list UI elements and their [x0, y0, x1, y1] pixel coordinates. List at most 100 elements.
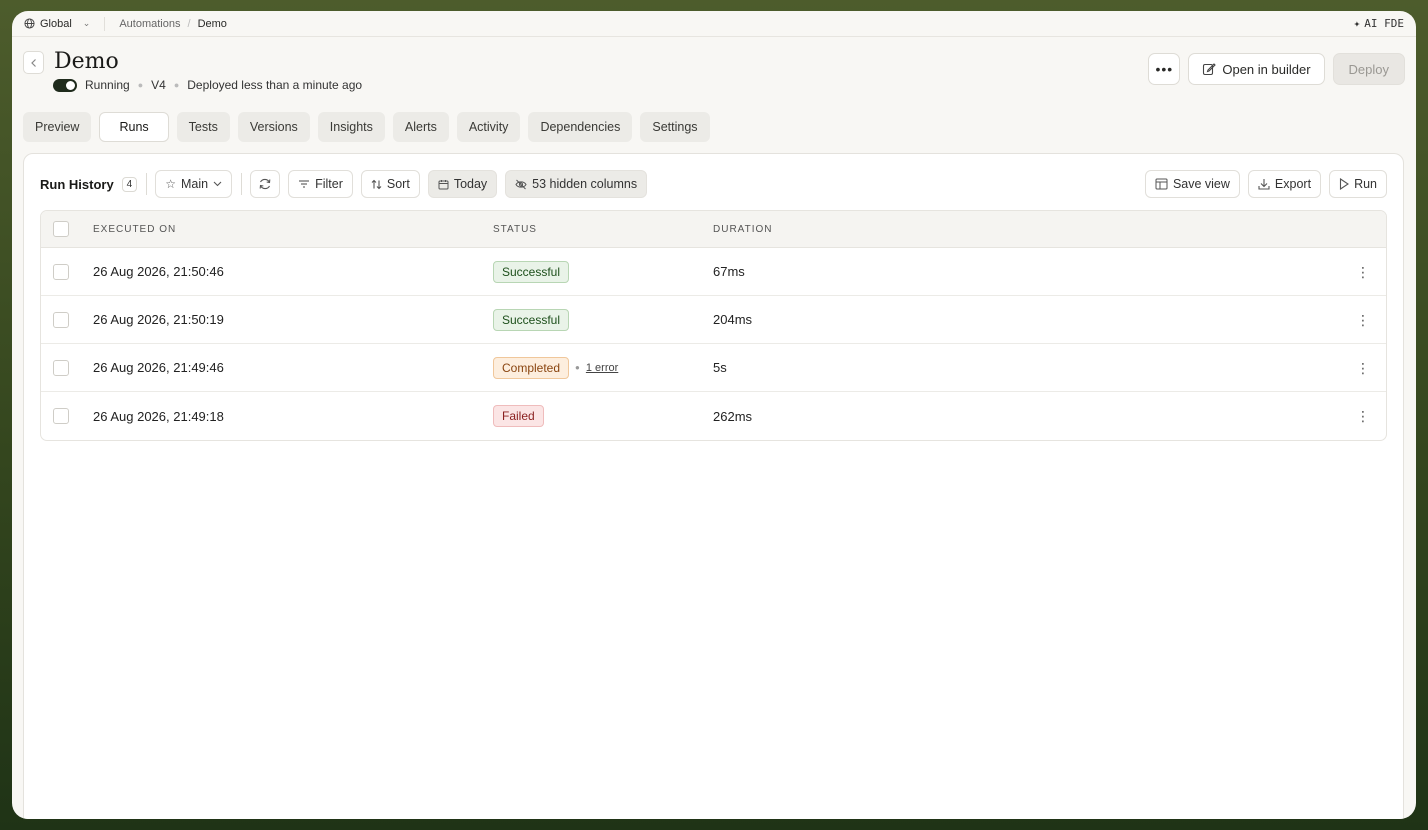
run-button[interactable]: Run	[1329, 170, 1387, 198]
column-header-duration[interactable]: DURATION	[713, 224, 772, 235]
star-icon: ☆	[165, 177, 176, 191]
dot-separator: ●	[137, 80, 144, 90]
calendar-icon	[438, 179, 449, 189]
breadcrumb-automations[interactable]: Automations	[119, 18, 180, 30]
row-menu-icon[interactable]: ⋮	[1356, 409, 1370, 423]
run-history-table: EXECUTED ON STATUS DURATION 26 Aug 2026,…	[40, 210, 1387, 441]
divider	[104, 16, 106, 31]
hidden-columns-button[interactable]: 53 hidden columns	[505, 170, 648, 198]
status-badge: Successful	[493, 308, 570, 331]
ai-assistant-button[interactable]: ✦ AI FDE	[1354, 17, 1404, 30]
row-checkbox[interactable]	[53, 263, 69, 280]
deploy-button[interactable]: Deploy	[1332, 53, 1405, 85]
error-link[interactable]: 1 error	[586, 362, 618, 374]
chevron-left-icon	[30, 58, 36, 67]
deployed-label: Deployed less than a minute ago	[187, 78, 363, 92]
open-in-builder-label: Open in builder	[1222, 61, 1311, 77]
breadcrumb-separator: /	[187, 17, 191, 30]
duration-cell: 204ms	[713, 312, 753, 327]
page-header: Demo Running ● V4 ● Deployed less than a…	[23, 49, 1405, 99]
tab-dependencies[interactable]: Dependencies	[528, 112, 633, 142]
deploy-label: Deploy	[1348, 61, 1389, 77]
refresh-icon	[259, 178, 271, 190]
back-button[interactable]	[23, 51, 44, 74]
page-title: Demo	[54, 49, 119, 74]
eye-off-icon	[515, 179, 527, 189]
tab-tests[interactable]: Tests	[176, 112, 230, 142]
export-label: Export	[1274, 177, 1312, 191]
export-button[interactable]: Export	[1247, 170, 1322, 198]
duration-cell: 5s	[713, 360, 727, 375]
status-cell: Completed ● 1 error	[493, 356, 618, 379]
dot-separator: ●	[575, 363, 580, 372]
sparkle-icon: ✦	[1353, 17, 1361, 30]
header-actions: ••• Open in builder Deploy	[1148, 53, 1405, 85]
status-label: Running	[85, 78, 130, 92]
row-checkbox[interactable]	[53, 408, 69, 424]
more-options-button[interactable]: •••	[1148, 53, 1181, 85]
duration-cell: 262ms	[713, 408, 753, 424]
duration-cell: 67ms	[713, 264, 745, 279]
table-row[interactable]: 26 Aug 2026, 21:49:46 Completed ● 1 erro…	[41, 344, 1386, 392]
filter-icon	[299, 180, 310, 188]
column-header-status[interactable]: STATUS	[493, 224, 537, 235]
executed-on-cell: 26 Aug 2026, 21:50:19	[93, 312, 224, 327]
row-menu-icon[interactable]: ⋮	[1356, 265, 1370, 279]
status-badge: Failed	[493, 405, 544, 427]
tab-activity[interactable]: Activity	[456, 112, 521, 142]
workspace-switcher[interactable]: Global ⌄	[24, 18, 90, 30]
row-menu-icon[interactable]: ⋮	[1356, 313, 1370, 327]
save-view-label: Save view	[1172, 177, 1230, 191]
hidden-columns-label: 53 hidden columns	[532, 177, 638, 191]
date-filter-label: Today	[453, 177, 488, 191]
save-view-button[interactable]: Save view	[1144, 170, 1240, 198]
run-history-toolbar: Run History 4 ☆ Main Filter Sort Today 5…	[40, 169, 1387, 199]
workspace-label: Global	[40, 17, 72, 30]
executed-on-cell: 26 Aug 2026, 21:49:18	[93, 408, 224, 424]
more-horizontal-icon: •••	[1155, 61, 1174, 77]
view-selector[interactable]: ☆ Main	[155, 170, 233, 198]
download-icon	[1258, 179, 1270, 190]
top-bar: Global ⌄ Automations / Demo ✦ AI FDE	[12, 11, 1416, 37]
tab-insights[interactable]: Insights	[317, 112, 385, 142]
row-checkbox[interactable]	[53, 311, 69, 328]
sort-button[interactable]: Sort	[360, 170, 420, 198]
column-header-executed-on[interactable]: EXECUTED ON	[93, 224, 176, 235]
tab-alerts[interactable]: Alerts	[392, 112, 449, 142]
row-menu-icon[interactable]: ⋮	[1356, 361, 1370, 375]
version-label: V4	[151, 78, 166, 92]
running-toggle[interactable]	[53, 78, 77, 92]
row-checkbox[interactable]	[53, 359, 69, 376]
select-all-checkbox[interactable]	[53, 221, 69, 237]
sort-label: Sort	[386, 177, 410, 191]
tab-preview[interactable]: Preview	[23, 112, 92, 142]
date-filter-button[interactable]: Today	[427, 170, 498, 198]
tab-versions[interactable]: Versions	[237, 112, 310, 142]
chevron-down-icon	[213, 181, 222, 187]
chevron-down-icon: ⌄	[82, 18, 91, 28]
table-row[interactable]: 26 Aug 2026, 21:50:19 Successful 204ms ⋮	[41, 296, 1386, 344]
status-badge: Successful	[493, 260, 570, 283]
dot-separator: ●	[173, 80, 180, 90]
breadcrumb-demo: Demo	[197, 17, 227, 30]
table-row[interactable]: 26 Aug 2026, 21:50:46 Successful 67ms ⋮	[41, 248, 1386, 296]
table-row[interactable]: 26 Aug 2026, 21:49:18 Failed 262ms ⋮	[41, 392, 1386, 440]
tab-runs[interactable]: Runs	[99, 112, 169, 142]
open-in-builder-button[interactable]: Open in builder	[1188, 53, 1325, 85]
status-cell: Successful	[493, 260, 570, 283]
run-count-badge: 4	[121, 176, 138, 192]
play-icon	[1340, 178, 1350, 190]
globe-icon	[24, 18, 35, 29]
view-label: Main	[181, 177, 209, 191]
edit-icon	[1203, 63, 1217, 76]
divider	[146, 173, 148, 195]
ai-label: AI FDE	[1364, 17, 1404, 30]
automation-meta: Running ● V4 ● Deployed less than a minu…	[53, 78, 362, 92]
app-window: Global ⌄ Automations / Demo ✦ AI FDE Dem…	[12, 11, 1416, 819]
filter-button[interactable]: Filter	[288, 170, 353, 198]
tab-settings[interactable]: Settings	[640, 112, 710, 142]
refresh-button[interactable]	[250, 170, 281, 198]
toolbar-right-actions: Save view Export Run	[1144, 170, 1387, 198]
run-label: Run	[1354, 177, 1377, 191]
status-cell: Failed	[493, 405, 544, 427]
